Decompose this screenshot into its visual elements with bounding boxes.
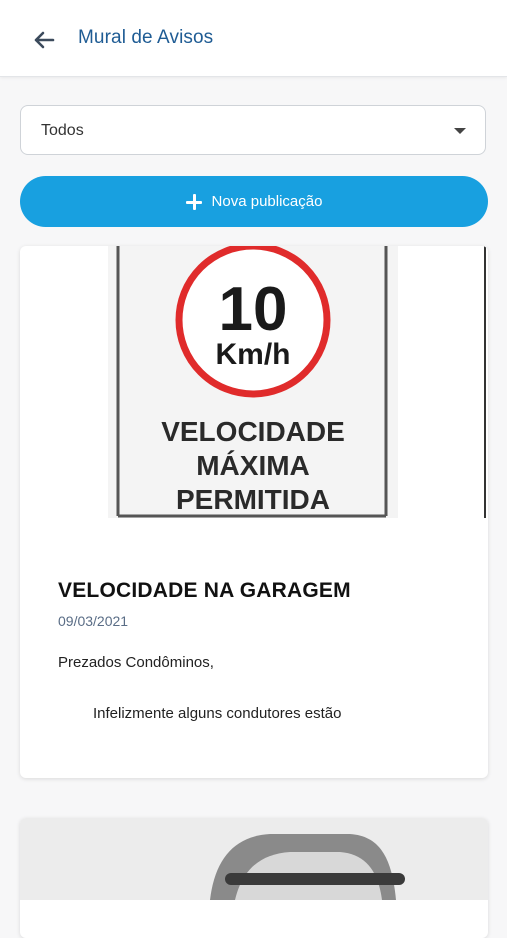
page-title: Mural de Avisos xyxy=(78,27,214,48)
sign-line-1: VELOCIDADE xyxy=(161,416,345,447)
post-excerpt: Infelizmente alguns condutores estão xyxy=(93,705,342,722)
back-button[interactable] xyxy=(28,24,60,56)
app-header: Mural de Avisos xyxy=(0,0,507,77)
sign-line-2: MÁXIMA xyxy=(196,450,310,481)
caret-down-icon xyxy=(454,128,466,134)
filter-selected-value: Todos xyxy=(41,122,84,139)
sign-speed: 10 xyxy=(219,275,288,344)
post-card[interactable]: 10 Km/h VELOCIDADE MÁXIMA PERMITIDA VELO… xyxy=(20,246,488,778)
divider xyxy=(484,246,486,518)
post-date: 09/03/2021 xyxy=(58,613,129,629)
new-post-button[interactable]: Nova publicação xyxy=(20,176,488,227)
plus-icon xyxy=(185,193,202,210)
speed-limit-sign-image: 10 Km/h VELOCIDADE MÁXIMA PERMITIDA xyxy=(108,246,398,518)
arrow-left-icon xyxy=(34,31,55,49)
post-greeting: Prezados Condôminos, xyxy=(58,654,214,671)
category-filter-select[interactable]: Todos xyxy=(20,105,486,155)
sign-unit: Km/h xyxy=(216,338,291,371)
new-post-label: Nova publicação xyxy=(211,193,323,210)
sign-line-3: PERMITIDA xyxy=(176,484,330,515)
post-title: VELOCIDADE NA GARAGEM xyxy=(58,579,351,602)
post-card[interactable] xyxy=(20,818,488,938)
post-image xyxy=(20,818,488,900)
